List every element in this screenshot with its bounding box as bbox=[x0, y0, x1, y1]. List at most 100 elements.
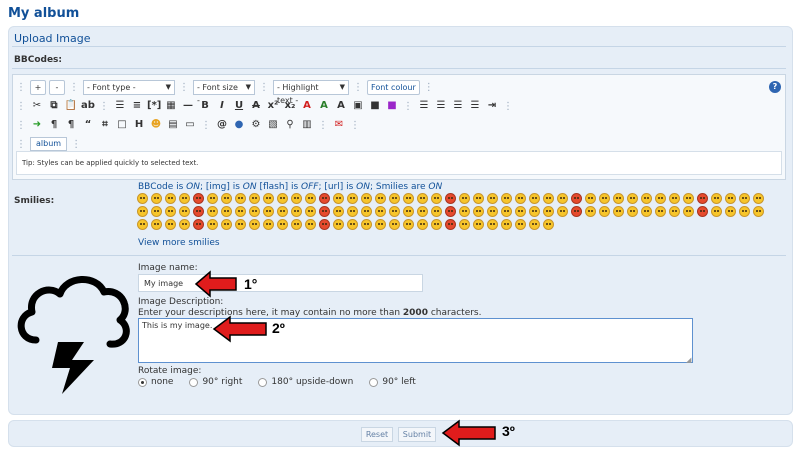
smiley-icon[interactable] bbox=[333, 193, 344, 204]
smiley-icon[interactable] bbox=[179, 219, 190, 230]
smiley-icon[interactable] bbox=[221, 206, 232, 217]
smiley-icon[interactable] bbox=[739, 193, 750, 204]
smiley-icon[interactable] bbox=[459, 206, 470, 217]
email-icon[interactable]: @ bbox=[215, 118, 229, 132]
flash-icon[interactable]: ⚙ bbox=[249, 118, 263, 132]
smiley-icon[interactable] bbox=[151, 193, 162, 204]
smiley-icon[interactable] bbox=[263, 219, 274, 230]
radio-button[interactable] bbox=[369, 377, 379, 387]
smiley-icon[interactable] bbox=[263, 193, 274, 204]
paste-icon[interactable]: 📋 bbox=[64, 99, 78, 113]
box-icon[interactable]: □ bbox=[115, 118, 129, 132]
font-size-select[interactable]: - Font size - ▼ bbox=[193, 79, 255, 105]
smiley-icon[interactable] bbox=[515, 193, 526, 204]
smiley-icon[interactable] bbox=[193, 219, 204, 230]
smiley-icon[interactable] bbox=[529, 193, 540, 204]
radio-button[interactable] bbox=[258, 377, 268, 387]
smiley-icon[interactable] bbox=[333, 219, 344, 230]
smiley-icon[interactable] bbox=[739, 206, 750, 217]
smiley-icon[interactable] bbox=[389, 219, 400, 230]
smiley-icon[interactable] bbox=[263, 206, 274, 217]
smiley-icon[interactable] bbox=[193, 206, 204, 217]
smiley-icon[interactable] bbox=[697, 206, 708, 217]
text-glow-icon[interactable]: A bbox=[317, 99, 331, 113]
smiley-icon[interactable] bbox=[375, 193, 386, 204]
smiley-icon[interactable] bbox=[613, 206, 624, 217]
view-more-smilies-link[interactable]: View more smilies bbox=[138, 238, 220, 248]
web-icon[interactable]: ● bbox=[232, 118, 246, 132]
smiley-icon[interactable] bbox=[165, 219, 176, 230]
bullet-list-icon[interactable]: ☰ bbox=[113, 99, 127, 113]
reset-button[interactable]: Reset bbox=[361, 427, 393, 442]
smiley-icon[interactable] bbox=[487, 193, 498, 204]
smiley-icon[interactable] bbox=[137, 193, 148, 204]
text-color-icon[interactable]: A bbox=[300, 99, 314, 113]
smiley-icon[interactable] bbox=[277, 219, 288, 230]
smiley-icon[interactable] bbox=[501, 206, 512, 217]
font-type-select[interactable]: - Font type - ▼ bbox=[83, 79, 175, 95]
smiley-icon[interactable] bbox=[487, 206, 498, 217]
resize-grip-icon[interactable]: ◢ bbox=[686, 356, 691, 364]
italic-icon[interactable]: I bbox=[215, 99, 229, 113]
smiley-icon[interactable] bbox=[445, 219, 456, 230]
special-chars-icon[interactable]: ✉ bbox=[332, 118, 346, 132]
smiley-icon[interactable] bbox=[711, 206, 722, 217]
radio-button[interactable] bbox=[138, 377, 147, 387]
smiley-icon[interactable] bbox=[571, 206, 582, 217]
background-color-icon[interactable]: ■ bbox=[368, 99, 382, 113]
smiley-icon[interactable] bbox=[333, 206, 344, 217]
smiley-icon[interactable] bbox=[585, 193, 596, 204]
spoiler-icon[interactable]: ▥ bbox=[300, 118, 314, 132]
smiley-icon[interactable] bbox=[403, 219, 414, 230]
smiley-icon[interactable] bbox=[501, 219, 512, 230]
smiley-icon[interactable] bbox=[445, 193, 456, 204]
smiley-icon[interactable] bbox=[655, 193, 666, 204]
align-right-icon[interactable]: ☰ bbox=[468, 99, 482, 113]
smiley-icon[interactable] bbox=[319, 193, 330, 204]
copy-icon[interactable]: ⧉ bbox=[47, 99, 61, 113]
smiley-icon[interactable] bbox=[151, 219, 162, 230]
smiley-icon[interactable] bbox=[473, 193, 484, 204]
smiley-icon[interactable] bbox=[291, 206, 302, 217]
smiley-icon[interactable] bbox=[137, 206, 148, 217]
smiley-icon[interactable] bbox=[221, 193, 232, 204]
smiley-icon[interactable] bbox=[515, 206, 526, 217]
smiley-icon[interactable] bbox=[655, 206, 666, 217]
align-center-icon[interactable]: ☰ bbox=[434, 99, 448, 113]
smiley-icon[interactable] bbox=[613, 193, 624, 204]
smiley-icon[interactable] bbox=[557, 193, 568, 204]
insert-table-icon[interactable]: ▦ bbox=[164, 99, 178, 113]
gallery-icon[interactable]: ▧ bbox=[266, 118, 280, 132]
help-icon[interactable]: ? bbox=[769, 81, 781, 93]
numbered-list-icon[interactable]: ≡ bbox=[130, 99, 144, 113]
align-left-icon[interactable]: ☰ bbox=[417, 99, 431, 113]
search-icon[interactable]: ⚲ bbox=[283, 118, 297, 132]
smiley-icon[interactable] bbox=[305, 193, 316, 204]
smiley-icon[interactable] bbox=[207, 219, 218, 230]
rotate-option-none[interactable]: none bbox=[138, 377, 173, 387]
align-justify-icon[interactable]: ☰ bbox=[451, 99, 465, 113]
smiley-icon[interactable] bbox=[389, 193, 400, 204]
smiley-icon[interactable] bbox=[277, 193, 288, 204]
smiley-icon[interactable] bbox=[473, 206, 484, 217]
smiley-icon[interactable] bbox=[515, 219, 526, 230]
media-icon[interactable]: ▭ bbox=[183, 118, 197, 132]
font-increase-button[interactable]: + bbox=[30, 79, 46, 95]
smiley-icon[interactable] bbox=[277, 206, 288, 217]
strikethrough-icon[interactable]: A bbox=[249, 99, 263, 113]
smiley-icon[interactable] bbox=[417, 206, 428, 217]
smiley-icon[interactable] bbox=[165, 206, 176, 217]
rotate-option-90-right[interactable]: 90° right bbox=[189, 377, 242, 387]
smiley-icon[interactable] bbox=[361, 206, 372, 217]
smiley-icon[interactable] bbox=[557, 206, 568, 217]
smiley-icon[interactable] bbox=[529, 219, 540, 230]
smiley-icon[interactable] bbox=[641, 206, 652, 217]
smiley-icon[interactable] bbox=[193, 193, 204, 204]
smiley-icon[interactable] bbox=[235, 193, 246, 204]
smiley-icon[interactable] bbox=[641, 193, 652, 204]
smiley-icon[interactable] bbox=[445, 206, 456, 217]
paragraph-left-icon[interactable]: ¶ bbox=[47, 118, 61, 132]
smiley-icon[interactable] bbox=[179, 206, 190, 217]
image-name-input[interactable] bbox=[138, 274, 423, 292]
smiley-icon[interactable] bbox=[431, 219, 442, 230]
